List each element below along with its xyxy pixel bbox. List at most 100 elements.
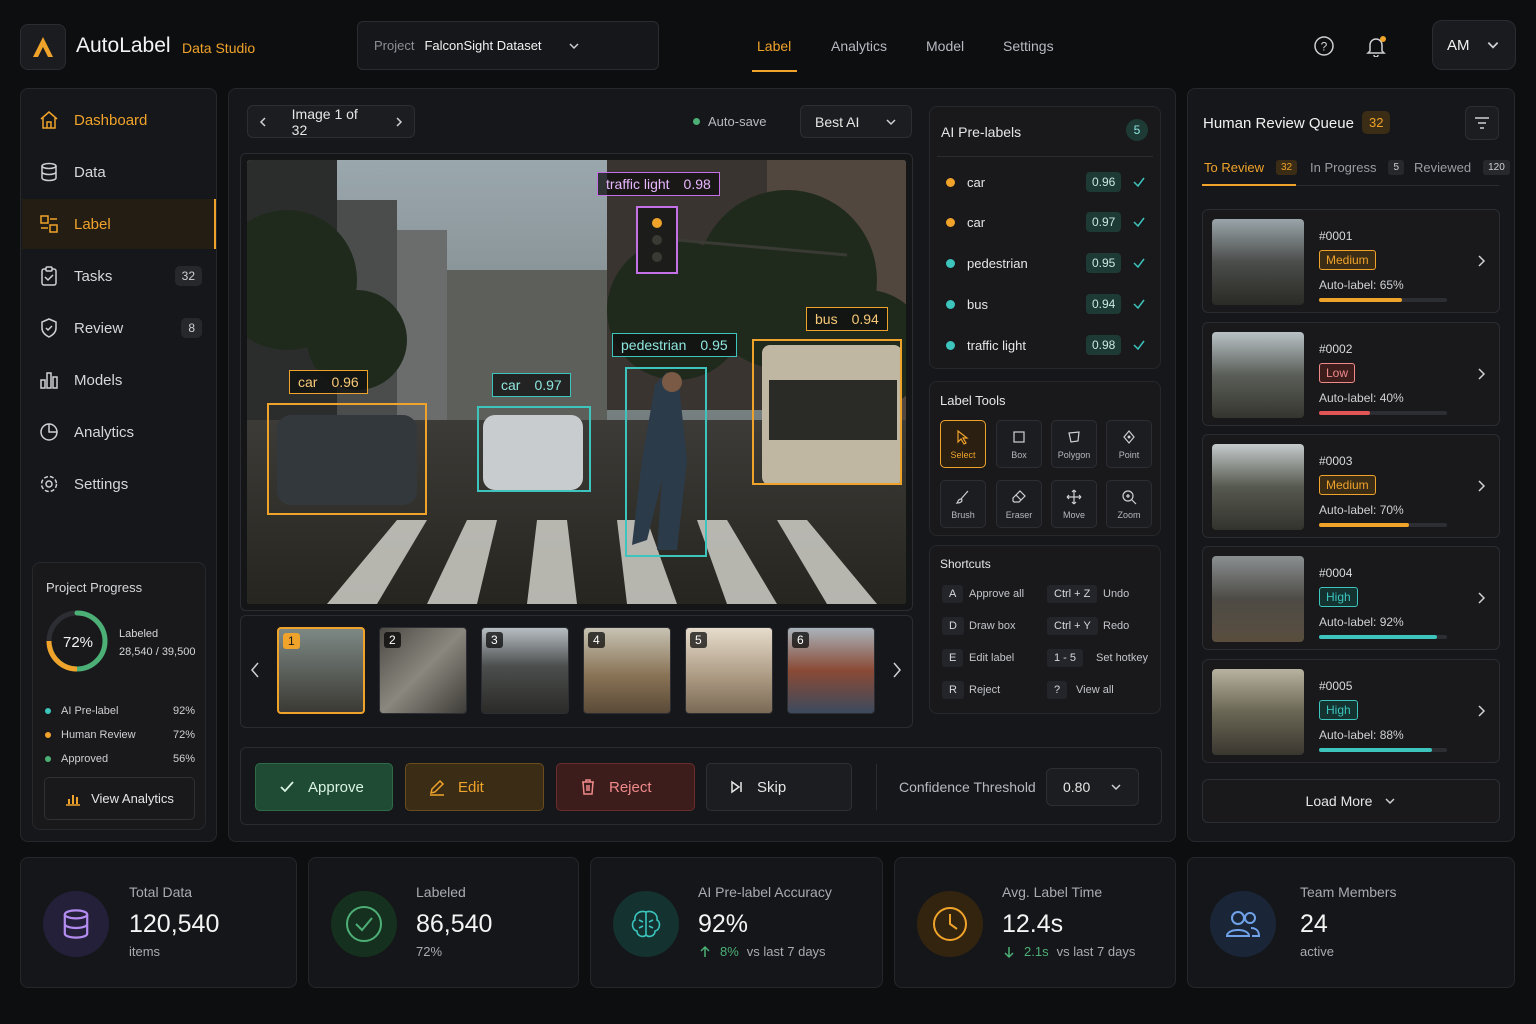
tab-reviewed[interactable]: Reviewed 120 (1414, 160, 1510, 175)
thumbnail[interactable]: 1 (277, 627, 365, 714)
queue-thumbnail (1212, 669, 1304, 755)
sidebar-item-review[interactable]: Review 8 (22, 303, 216, 353)
tool-box[interactable]: Box (996, 420, 1042, 468)
nav-analytics[interactable]: Analytics (831, 38, 887, 54)
shortcut-desc: Redo (1103, 620, 1130, 632)
queue-thumbnail (1212, 444, 1304, 530)
thumbnail[interactable]: 6 (787, 627, 875, 714)
load-more-button[interactable]: Load More (1202, 779, 1500, 823)
reject-button[interactable]: Reject (556, 763, 695, 811)
help-icon[interactable]: ? (1309, 31, 1339, 61)
stat-title: Avg. Label Time (1002, 884, 1103, 900)
label-icon (38, 214, 60, 234)
thumbnail[interactable]: 4 (583, 627, 671, 714)
polygon-icon (1068, 430, 1080, 443)
sidebar-item-label[interactable]: Label (22, 199, 216, 249)
nav-label[interactable]: Label (757, 38, 791, 54)
tab-in-progress[interactable]: In Progress 5 (1310, 160, 1405, 175)
threshold-select[interactable]: 0.80 (1046, 768, 1139, 806)
sidebar-item-models[interactable]: Models (22, 355, 216, 405)
queue-item[interactable]: #0004 High Auto-label: 92% (1202, 546, 1500, 650)
sidebar-item-dashboard[interactable]: Dashboard (22, 95, 216, 145)
model-select[interactable]: Best AI (800, 105, 912, 138)
divider (876, 764, 877, 810)
queue-item[interactable]: #0005 High Auto-label: 88% (1202, 659, 1500, 763)
stat-sub: items (129, 944, 161, 959)
project-value: FalconSight Dataset (424, 38, 542, 53)
bbox-car-1[interactable] (267, 403, 427, 515)
tool-move[interactable]: Move (1051, 480, 1097, 528)
nav-settings[interactable]: Settings (1003, 38, 1054, 54)
chevron-right-icon[interactable] (1475, 591, 1487, 605)
autolabel-progress (1319, 298, 1447, 302)
prelabel-row[interactable]: car 0.96 (930, 165, 1158, 199)
stat-value: 86,540 (416, 910, 493, 938)
thumbnail[interactable]: 2 (379, 627, 467, 714)
prelabel-row[interactable]: traffic light 0.98 (930, 328, 1158, 362)
thumbnail[interactable]: 5 (685, 627, 773, 714)
project-selector[interactable]: Project FalconSight Dataset (357, 21, 659, 70)
queue-item[interactable]: #0002 Low Auto-label: 40% (1202, 322, 1500, 426)
bbox-traffic-light[interactable] (636, 206, 678, 274)
label-canvas[interactable]: traffic light 0.98 bus 0.94 pedestrian 0.95… (247, 160, 906, 604)
prelabel-row[interactable]: bus 0.94 (930, 287, 1158, 321)
approve-button[interactable]: Approve (255, 763, 393, 811)
sidebar-item-data[interactable]: Data (22, 147, 216, 197)
skip-button[interactable]: Skip (706, 763, 852, 811)
queue-item[interactable]: #0001 Medium Auto-label: 65% (1202, 209, 1500, 313)
sidebar-item-label: Data (74, 163, 106, 181)
labeled-label: Labeled (119, 628, 159, 640)
zoom-icon (1122, 489, 1137, 504)
database-icon (38, 162, 60, 182)
sidebar-item-analytics[interactable]: Analytics (22, 407, 216, 457)
chevron-right-icon[interactable] (1475, 479, 1487, 493)
shortcut-desc: Undo (1103, 588, 1130, 600)
view-analytics-button[interactable]: View Analytics (44, 777, 195, 820)
bbox-tag-traffic-light: traffic light 0.98 (597, 172, 720, 196)
users-icon (1210, 891, 1276, 957)
prelabel-row[interactable]: pedestrian 0.95 (930, 246, 1158, 280)
thumbs-prev-button[interactable] (249, 661, 261, 679)
autosave-status: Auto-save (693, 114, 767, 129)
chevron-right-icon[interactable] (1475, 254, 1487, 268)
bbox-car-2[interactable] (477, 406, 591, 492)
user-menu[interactable]: AM (1432, 20, 1516, 70)
next-image-button[interactable] (384, 116, 414, 128)
chevron-right-icon[interactable] (1475, 367, 1487, 381)
sidebar-item-tasks[interactable]: Tasks 32 (22, 251, 216, 301)
tool-eraser[interactable]: Eraser (996, 480, 1042, 528)
tool-brush[interactable]: Brush (940, 480, 986, 528)
nav-model[interactable]: Model (926, 38, 964, 54)
thumbs-next-button[interactable] (891, 661, 903, 679)
stat-total-data: Total Data 120,540 items (20, 857, 297, 988)
bell-icon[interactable] (1361, 31, 1391, 61)
edit-button[interactable]: Edit (405, 763, 544, 811)
stat-title: Total Data (129, 884, 193, 900)
priority-badge: High (1319, 700, 1358, 720)
sidebar-item-settings[interactable]: Settings (22, 459, 216, 509)
tool-select[interactable]: Select (940, 420, 986, 468)
thumbnail[interactable]: 3 (481, 627, 569, 714)
shortcut-key: Ctrl + Z (1047, 585, 1098, 603)
prelabel-row[interactable]: car 0.97 (930, 205, 1158, 239)
chevron-right-icon[interactable] (1475, 704, 1487, 718)
arrow-up-icon (700, 945, 710, 957)
gear-icon (38, 474, 60, 494)
shortcut-key: Ctrl + Y (1047, 617, 1098, 635)
check-icon (1133, 299, 1145, 310)
bbox-bus[interactable] (752, 339, 902, 485)
bbox-pedestrian[interactable] (625, 367, 707, 557)
tool-point[interactable]: Point (1106, 420, 1152, 468)
filter-button[interactable] (1465, 106, 1499, 140)
queue-item[interactable]: #0003 Medium Auto-label: 70% (1202, 434, 1500, 538)
stat-value: 24 (1300, 910, 1328, 938)
check-icon (1133, 258, 1145, 269)
box-icon (1013, 430, 1025, 443)
chevron-down-icon (886, 118, 896, 125)
tool-zoom[interactable]: Zoom (1106, 480, 1152, 528)
tool-polygon[interactable]: Polygon (1051, 420, 1097, 468)
prev-image-button[interactable] (248, 116, 278, 128)
tab-to-review[interactable]: To Review 32 (1204, 160, 1298, 175)
stat-sub: active (1300, 944, 1334, 959)
nav-active-indicator (752, 70, 797, 72)
